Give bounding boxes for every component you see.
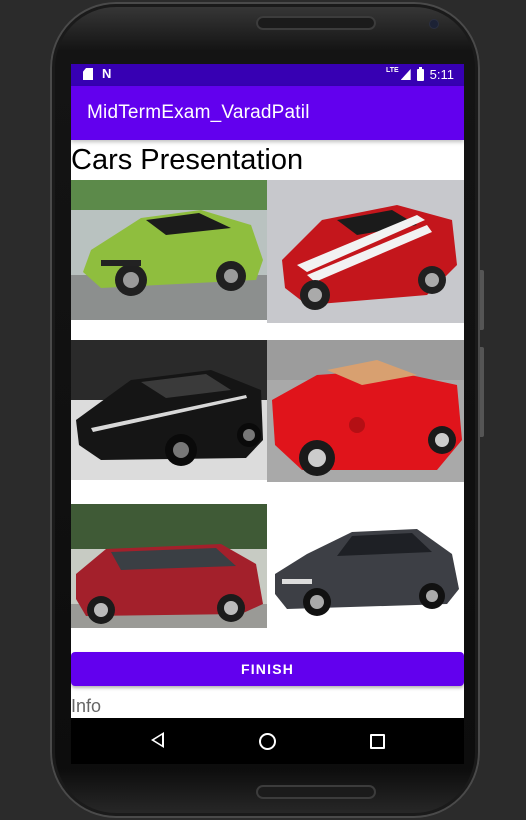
back-icon[interactable] xyxy=(151,732,164,748)
info-label: Info xyxy=(71,696,102,716)
app-bar: MidTermExam_VaradPatil xyxy=(71,86,464,140)
car-image-lime-supercar[interactable] xyxy=(71,180,267,320)
power-button[interactable] xyxy=(480,347,484,437)
bottom-speaker xyxy=(256,785,376,799)
volume-button[interactable] xyxy=(480,270,484,330)
page-heading: Cars Presentation xyxy=(71,144,304,176)
car-image-red-convertible[interactable] xyxy=(267,340,464,482)
status-time: 5:11 xyxy=(429,67,454,82)
recent-apps-icon[interactable] xyxy=(370,734,385,749)
car-image-gray-sedan[interactable] xyxy=(267,504,464,628)
status-bar: N LTE 5:11 xyxy=(71,64,464,86)
front-camera xyxy=(430,20,438,28)
network-type: LTE xyxy=(385,67,399,74)
notification-n-icon: N xyxy=(102,66,112,81)
car-image-red-striped[interactable] xyxy=(267,180,464,323)
device-screen: N LTE 5:11 MidTermExam_VaradPatil Cars P… xyxy=(71,64,464,764)
home-icon[interactable] xyxy=(259,733,276,750)
top-speaker xyxy=(256,16,376,30)
sd-card-icon xyxy=(83,68,93,80)
navigation-bar xyxy=(71,718,464,764)
app-title: MidTermExam_VaradPatil xyxy=(87,102,310,123)
car-image-black-supercar[interactable] xyxy=(71,340,267,480)
finish-button[interactable]: FINISH xyxy=(71,652,464,686)
battery-icon xyxy=(416,66,424,81)
signal-icon xyxy=(400,69,411,80)
car-image-red-suv[interactable] xyxy=(71,504,267,628)
